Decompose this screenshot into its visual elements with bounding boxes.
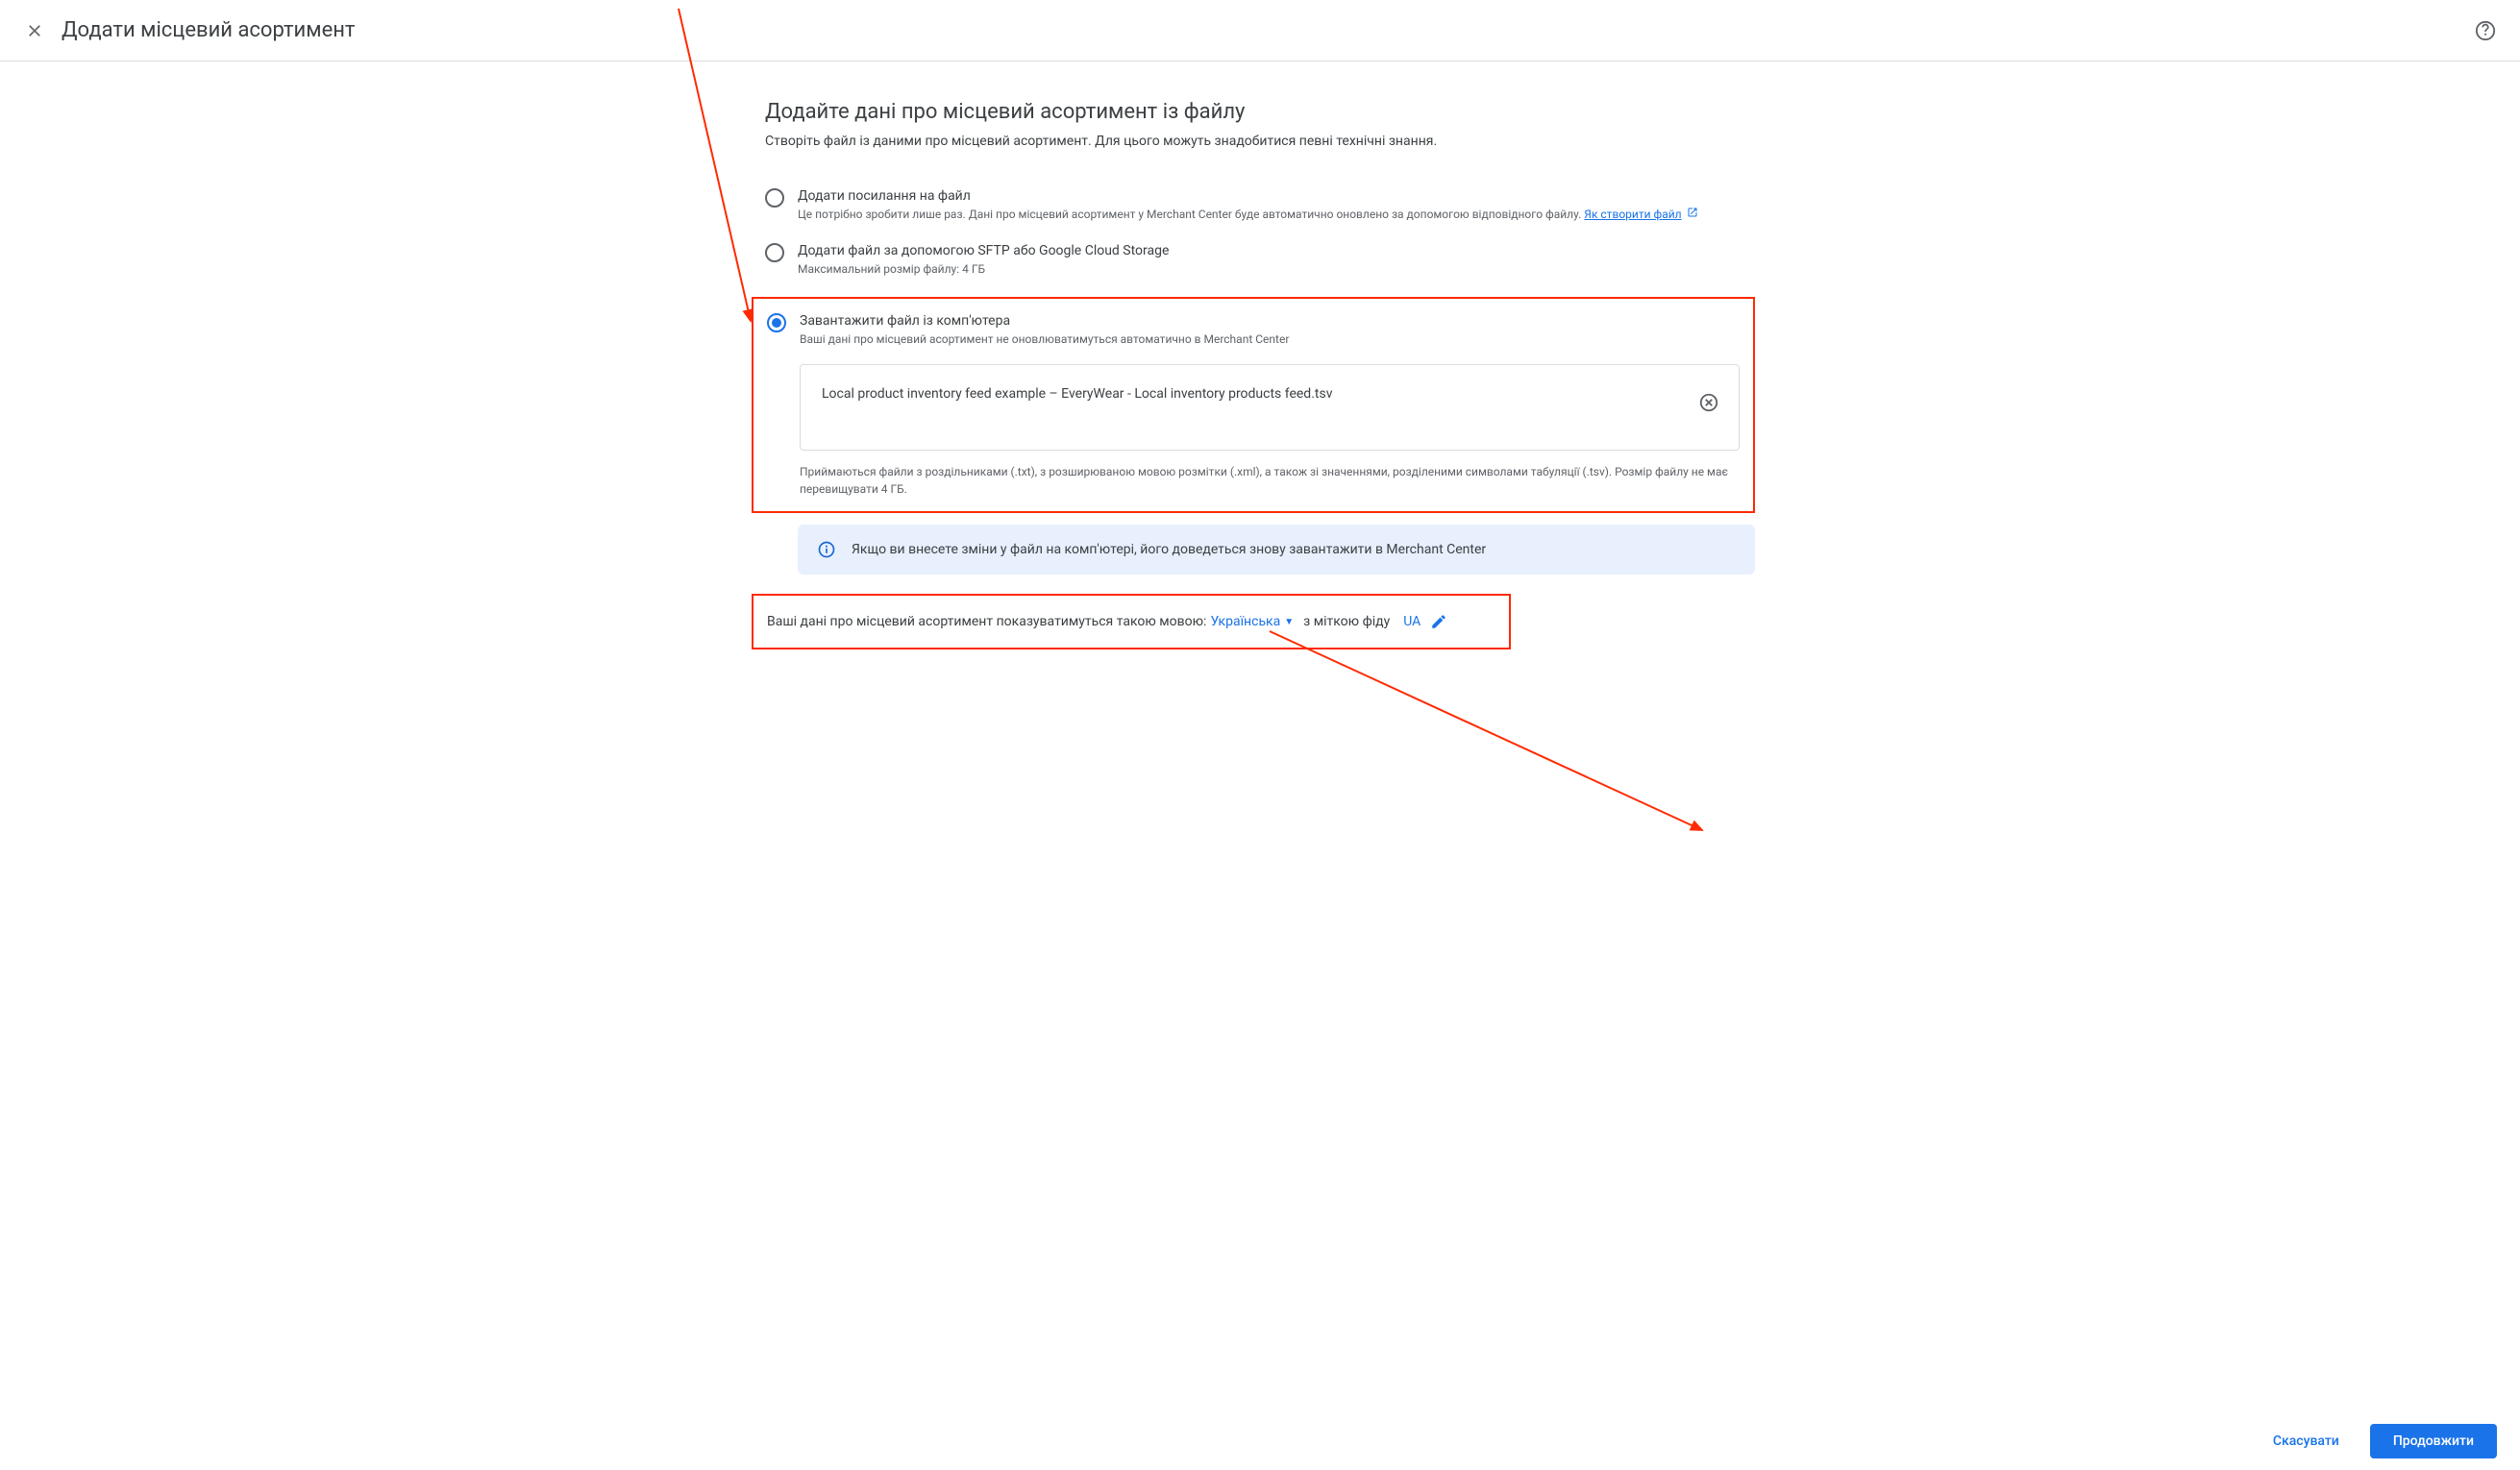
radio-input-add-link[interactable]: [765, 188, 784, 208]
pencil-icon: [1430, 613, 1447, 630]
close-button[interactable]: [23, 19, 46, 42]
edit-feed-label-button[interactable]: [1430, 613, 1447, 630]
dialog-title: Додати місцевий асортимент: [62, 18, 2474, 42]
radio-item-sftp[interactable]: Додати файл за допомогою SFTP або Google…: [765, 242, 1755, 278]
language-select[interactable]: Українська ▼: [1210, 614, 1294, 629]
close-icon: [25, 21, 44, 40]
help-icon: [2475, 20, 2496, 41]
section-description: Створіть файл із даними про місцевий асо…: [765, 134, 1755, 149]
annotation-highlight-language: Ваші дані про місцевий асортимент показу…: [752, 594, 1511, 649]
external-link-icon: [1687, 207, 1698, 218]
info-text: Якщо ви внесете зміни у файл на комп'юте…: [852, 542, 1486, 557]
language-row: Ваші дані про місцевий асортимент показу…: [767, 613, 1495, 630]
radio-sub-sftp: Максимальний розмір файлу: 4 ГБ: [798, 261, 1755, 278]
dialog-footer: Скасувати Продовжити: [0, 1412, 2520, 1470]
annotation-highlight-upload: Завантажити файл із комп'ютера Ваші дані…: [752, 297, 1755, 514]
main-content: Додайте дані про місцевий асортимент із …: [765, 61, 1755, 765]
caret-down-icon: ▼: [1284, 617, 1294, 627]
file-format-note: Приймаються файли з роздільниками (.txt)…: [800, 464, 1740, 498]
radio-item-upload[interactable]: Завантажити файл із комп'ютера Ваші дані…: [767, 312, 1740, 499]
radio-label-add-link: Додати посилання на файл: [798, 187, 1755, 204]
dialog-header: Додати місцевий асортимент: [0, 0, 2520, 61]
annotation-arrow-2: [1265, 626, 1726, 843]
remove-file-button[interactable]: [1698, 392, 1719, 413]
info-banner: Якщо ви внесете зміни у файл на комп'юте…: [798, 525, 1755, 575]
radio-input-upload[interactable]: [767, 313, 786, 332]
continue-button[interactable]: Продовжити: [2370, 1424, 2497, 1458]
radio-sub-upload: Ваші дані про місцевий асортимент не оно…: [800, 331, 1740, 348]
uploaded-file-card: Local product inventory feed example – E…: [800, 364, 1740, 451]
feed-label-value: UA: [1403, 614, 1421, 629]
cancel-button[interactable]: Скасувати: [2250, 1424, 2362, 1458]
radio-item-add-link[interactable]: Додати посилання на файл Це потрібно зро…: [765, 187, 1755, 223]
help-button[interactable]: [2474, 19, 2497, 42]
info-icon: [817, 540, 836, 559]
radio-label-upload: Завантажити файл із комп'ютера: [800, 312, 1740, 329]
feed-label-text: з міткою фіду: [1303, 614, 1390, 629]
language-prefix: Ваші дані про місцевий асортимент показу…: [767, 614, 1206, 629]
uploaded-file-name: Local product inventory feed example – E…: [822, 386, 1332, 402]
radio-sub-add-link: Це потрібно зробити лише раз. Дані про м…: [798, 207, 1755, 223]
how-to-create-link[interactable]: Як створити файл: [1584, 208, 1681, 221]
radio-input-sftp[interactable]: [765, 243, 784, 262]
radio-label-sftp: Додати файл за допомогою SFTP або Google…: [798, 242, 1755, 258]
remove-circle-icon: [1698, 392, 1719, 413]
section-title: Додайте дані про місцевий асортимент із …: [765, 100, 1755, 124]
radio-group-source: Додати посилання на файл Це потрібно зро…: [765, 187, 1755, 649]
